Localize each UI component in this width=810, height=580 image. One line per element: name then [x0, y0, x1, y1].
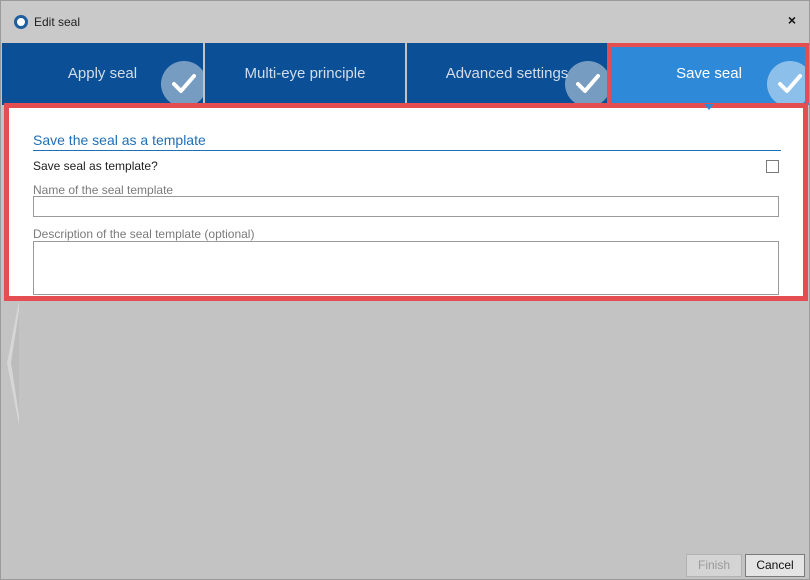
template-description-input[interactable] [33, 241, 779, 295]
close-icon[interactable]: × [784, 11, 800, 29]
checkmark-icon [161, 61, 203, 105]
checkmark-icon [565, 61, 607, 105]
template-name-input[interactable] [33, 196, 779, 217]
checkmark-icon [767, 61, 809, 105]
window-title: Edit seal [34, 15, 81, 29]
section-divider [33, 150, 781, 151]
tab-label: Apply seal [67, 65, 138, 82]
tab-save-seal[interactable]: Save seal [609, 43, 809, 105]
template-description-label: Description of the seal template (option… [33, 227, 255, 241]
template-name-label: Name of the seal template [33, 183, 174, 197]
wizard-tabs: Apply seal Multi-eye principle Advanced … [1, 43, 809, 105]
tab-multi-eye-principle[interactable]: Multi-eye principle [205, 43, 405, 105]
tab-advanced-settings[interactable]: Advanced settings [407, 43, 607, 105]
title-bar: Edit seal × [1, 1, 809, 43]
save-template-checkbox[interactable] [766, 160, 779, 173]
collapse-handle[interactable] [5, 301, 21, 425]
seal-ring-icon [14, 15, 28, 29]
save-template-label: Save seal as template? [33, 159, 158, 173]
active-tab-pointer [704, 104, 714, 110]
tab-label: Multi-eye principle [244, 65, 366, 82]
section-title: Save the seal as a template [33, 132, 206, 148]
tab-label: Advanced settings [445, 65, 569, 82]
cancel-button[interactable]: Cancel [745, 554, 805, 577]
tab-apply-seal[interactable]: Apply seal [2, 43, 203, 105]
edit-seal-dialog: Edit seal × Apply seal Multi-eye princip… [0, 0, 810, 580]
save-seal-panel: Save the seal as a template Save seal as… [4, 103, 808, 301]
tab-label: Save seal [676, 65, 742, 82]
finish-button[interactable]: Finish [686, 554, 742, 577]
